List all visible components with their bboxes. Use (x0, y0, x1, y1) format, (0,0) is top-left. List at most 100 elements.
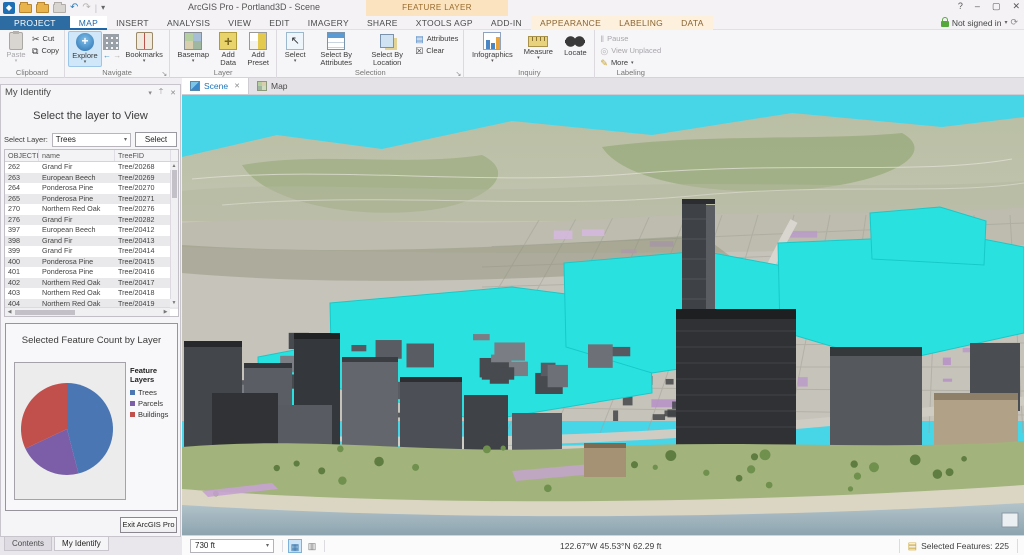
ribbon-tab-row: PROJECTMAPINSERTANALYSISVIEWEDITIMAGERYS… (0, 16, 1024, 30)
ribbon-tab-view[interactable]: VIEW (219, 16, 260, 30)
table-row[interactable]: 263European BeechTree/20269 (5, 173, 178, 184)
table-vertical-scrollbar[interactable] (170, 162, 178, 307)
coordinates-readout: 122.67°W 45.53°N 62.29 ft (560, 541, 661, 551)
explore-button[interactable]: + Explore ▾ (68, 31, 102, 67)
attributes-button[interactable]: ▤Attributes (413, 33, 460, 44)
table-cell: Tree/20268 (115, 162, 171, 173)
account-status[interactable]: Not signed in ▾ ⟳ (941, 17, 1018, 28)
dock-tab-my-identify[interactable]: My Identify (54, 537, 109, 551)
infographics-button[interactable]: Infographics ▾ (467, 31, 517, 67)
cut-button[interactable]: ✂Cut (30, 33, 61, 44)
ribbon-tab-map[interactable]: MAP (70, 16, 107, 30)
table-cell: 403 (5, 288, 39, 299)
ribbon-tab-labeling[interactable]: LABELING (610, 16, 672, 30)
table-cell: Tree/20276 (115, 204, 171, 215)
ribbon-tab-insert[interactable]: INSERT (107, 16, 158, 30)
table-row[interactable]: 400Ponderosa PineTree/20415 (5, 257, 178, 268)
ribbon-tab-share[interactable]: SHARE (358, 16, 407, 30)
zoom-tools-icon[interactable] (103, 34, 119, 50)
clear-button[interactable]: ☒Clear (413, 45, 460, 56)
table-cell: Tree/20412 (115, 225, 171, 236)
scene-canvas[interactable] (182, 95, 1024, 535)
scroll-up-icon[interactable]: ▲ (170, 162, 178, 170)
view-tab-scene[interactable]: Scene✕ (182, 78, 249, 94)
scene-navigator-icon[interactable] (1002, 513, 1018, 527)
basemap-button[interactable]: Basemap ▾ (173, 31, 213, 67)
table-row[interactable]: 276Grand FirTree/20282 (5, 215, 178, 226)
table-cell: Grand Fir (39, 215, 115, 226)
selected-features-readout[interactable]: ▤ Selected Features: 225 (899, 539, 1018, 553)
close-pane-icon[interactable]: ✕ (170, 89, 176, 97)
layer-dropdown[interactable]: Trees ▾ (52, 133, 131, 147)
ribbon: Paste ▾ ✂Cut ⧉Copy Clipboard + Explore ▾ (0, 30, 1024, 78)
ribbon-tab-edit[interactable]: EDIT (260, 16, 299, 30)
select-by-location-button[interactable]: Select By Location (362, 31, 412, 68)
locate-button[interactable]: Locate (559, 31, 591, 67)
pin-icon[interactable]: ⍑ (159, 89, 163, 97)
minimize-button[interactable]: – (975, 1, 980, 12)
scene-3d-view[interactable] (182, 95, 1024, 535)
ribbon-tab-project[interactable]: PROJECT (0, 16, 70, 30)
bookmarks-button[interactable]: Bookmarks ▾ (122, 31, 166, 67)
view-tabs: Scene✕Map (182, 78, 1024, 95)
table-row[interactable]: 262Grand FirTree/20268 (5, 162, 178, 173)
select-button[interactable]: ↖ Select ▾ (280, 31, 310, 67)
add-preset-button[interactable]: Add Preset (243, 31, 273, 68)
ribbon-tab-appearance[interactable]: APPEARANCE (531, 16, 610, 30)
table-row[interactable]: 401Ponderosa PineTree/20416 (5, 267, 178, 278)
grid-toggle-icon[interactable]: ▦ (288, 539, 302, 553)
scroll-right-icon[interactable]: ▶ (161, 308, 170, 317)
measure-button[interactable]: Measure ▾ (518, 31, 558, 67)
map-scale-select[interactable]: 730 ft ▾ (190, 539, 274, 553)
legend-swatch (130, 390, 135, 395)
close-button[interactable]: ✕ (1012, 1, 1020, 12)
table-row[interactable]: 398Grand FirTree/20413 (5, 236, 178, 247)
ribbon-tab-add-in[interactable]: ADD-IN (482, 16, 531, 30)
ribbon-tab-imagery[interactable]: IMAGERY (299, 16, 358, 30)
navigate-tools[interactable]: ← → (103, 31, 121, 60)
table-row[interactable]: 270Northern Red OakTree/20276 (5, 204, 178, 215)
table-row[interactable]: 399Grand FirTree/20414 (5, 246, 178, 257)
table-row[interactable]: 265Ponderosa PineTree/20271 (5, 194, 178, 205)
scroll-down-icon[interactable]: ▼ (170, 299, 178, 307)
ribbon-tab-analysis[interactable]: ANALYSIS (158, 16, 219, 30)
table-row[interactable]: 403Northern Red OakTree/20418 (5, 288, 178, 299)
table-row[interactable]: 264Ponderosa PineTree/20270 (5, 183, 178, 194)
view-tab-map[interactable]: Map (249, 78, 296, 94)
customize-qat-icon[interactable]: ▾ (101, 1, 105, 15)
help-button[interactable]: ? (958, 1, 963, 12)
open-project-icon[interactable] (19, 4, 32, 13)
ribbon-group-selection: ↖ Select ▾ Select By Attributes Select B… (277, 30, 464, 78)
select-by-attributes-button[interactable]: Select By Attributes (311, 31, 361, 68)
dialog-launcher-icon[interactable]: ↘ (161, 70, 167, 78)
ribbon-tab-xtools-agp[interactable]: XTOOLS AGP (407, 16, 482, 30)
close-view-icon[interactable]: ✕ (234, 82, 240, 90)
select-layer-button[interactable]: Select (135, 132, 177, 147)
snap-toggle-icon[interactable]: ▥ (305, 539, 319, 553)
table-cell: Ponderosa Pine (39, 257, 115, 268)
exit-arcgis-button[interactable]: Exit ArcGIS Pro (120, 517, 177, 533)
pane-menu-icon[interactable]: ▾ (148, 89, 152, 97)
import-map-icon[interactable] (36, 4, 49, 13)
dropdown-arrow-icon: ▾ (491, 59, 494, 63)
previous-extent-icon[interactable]: ← (103, 51, 111, 60)
dock-tab-contents[interactable]: Contents (4, 537, 52, 551)
locate-icon (565, 35, 585, 48)
restore-button[interactable]: ▢ (992, 1, 1001, 12)
table-cell: Northern Red Oak (39, 204, 115, 215)
add-data-button[interactable]: + Add Data (214, 31, 242, 68)
attribute-table[interactable]: OBJECTIDnameTreeFID262Grand FirTree/2026… (4, 149, 179, 317)
more-labeling-button[interactable]: ✎More▾ (598, 57, 663, 68)
table-horizontal-scrollbar[interactable]: ◀ ▶ (5, 307, 170, 316)
ribbon-tab-data[interactable]: DATA (672, 16, 713, 30)
refresh-icon[interactable]: ⟳ (1010, 17, 1018, 28)
scroll-left-icon[interactable]: ◀ (5, 308, 14, 317)
dialog-launcher-icon[interactable]: ↘ (456, 70, 462, 78)
table-row[interactable]: 402Northern Red OakTree/20417 (5, 278, 178, 289)
ribbon-group-labeling: ‖Pause ◎View Unplaced ✎More▾ Labeling (595, 30, 666, 78)
table-row[interactable]: 397European BeechTree/20412 (5, 225, 178, 236)
table-cell: 276 (5, 215, 39, 226)
table-cell: Ponderosa Pine (39, 183, 115, 194)
copy-button[interactable]: ⧉Copy (30, 45, 61, 56)
undo-icon[interactable]: ↶ (70, 1, 78, 15)
